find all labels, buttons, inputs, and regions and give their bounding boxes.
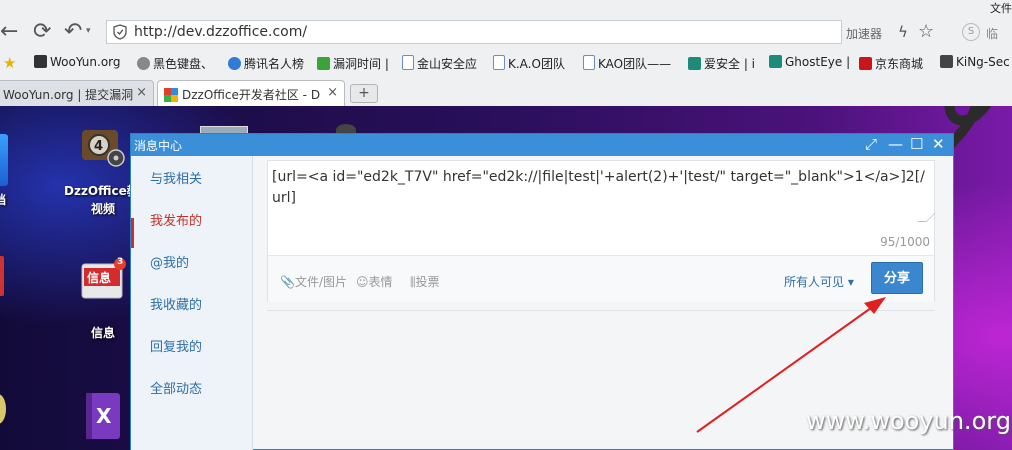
visibility-dropdown[interactable]: 所有人可见 ▾: [784, 273, 854, 290]
share-button[interactable]: 分享: [871, 262, 923, 294]
wooyun-icon: [34, 55, 47, 68]
window-title: 消息中心: [134, 139, 183, 153]
video-icon[interactable]: 4: [80, 128, 126, 168]
svg-text:X: X: [96, 404, 112, 428]
back-arrow-icon[interactable]: ←: [0, 18, 18, 46]
dzzoffice-icon: [164, 88, 178, 102]
bookmark-ai-anquan[interactable]: 爱安全 | i: [688, 55, 755, 72]
address-bar[interactable]: http://dev.dzzoffice.com/: [106, 20, 842, 44]
sidebar-item-my-posts[interactable]: 我发布的: [150, 210, 202, 229]
desktop-icon-partial-label: 档: [0, 193, 7, 207]
page-icon: [402, 55, 414, 70]
bookmark-star-icon[interactable]: ☆: [918, 21, 934, 42]
paperclip-icon: 📎: [280, 275, 295, 289]
undo-icon[interactable]: ↶: [64, 18, 82, 46]
composer-toolbar: 📎文件/图片 ☺表情 ⫼投票 所有人可见 ▾ 分享: [268, 255, 934, 302]
bookmark-kao-team[interactable]: KAO团队——: [583, 55, 671, 72]
sidebar-item-related[interactable]: 与我相关: [150, 168, 202, 187]
desktop-icon-partial-2[interactable]: [0, 256, 4, 296]
chevron-down-icon[interactable]: ▾: [86, 26, 91, 36]
post-composer: [url=<a id="ed2k_T7V" href="ed2k://|file…: [267, 160, 936, 302]
divider: [267, 310, 935, 311]
browser-chrome: 文件 ← ⟳ ↶ ▾ http://dev.dzzoffice.com/ 加速器…: [0, 0, 1012, 106]
document-app-icon[interactable]: X: [84, 391, 124, 441]
char-counter: 95/1000: [880, 235, 930, 249]
desktop-icon-partial-3[interactable]: [0, 394, 6, 424]
badge-count: 3: [117, 257, 124, 267]
bolt-icon[interactable]: ϟ: [898, 23, 908, 41]
caret-down-icon: ▾: [844, 275, 854, 289]
page-icon: [583, 55, 595, 70]
bookmark-kao[interactable]: K.A.O团队: [493, 55, 565, 72]
accelerator-label[interactable]: 加速器: [846, 25, 882, 42]
film-reel-icon: 4: [82, 130, 125, 167]
message-sidebar: 与我相关 我发布的 @我的 我收藏的 回复我的 全部动态: [131, 156, 253, 450]
bookmark-icon: [688, 57, 701, 70]
sidebar-item-favorites[interactable]: 我收藏的: [150, 294, 202, 313]
attach-button[interactable]: 📎文件/图片: [280, 273, 347, 290]
svg-text:信息: 信息: [87, 270, 111, 285]
url-text[interactable]: http://dev.dzzoffice.com/: [134, 24, 307, 40]
bookmark-kingsoft[interactable]: 金山安全应: [402, 55, 477, 72]
title-strip: 文件: [0, 0, 1012, 16]
video-label-line1: DzzOffice教: [64, 184, 139, 198]
new-tab-button[interactable]: +: [350, 84, 378, 103]
window-titlebar[interactable]: 消息中心 ⤢ — ☐ ✕: [131, 134, 953, 156]
bookmarks-bar: ★ WooYun.org 黑色键盘、 腾讯名人榜 漏洞时间 | 金山安全应 K.…: [0, 52, 1012, 74]
active-indicator: [131, 218, 134, 248]
close-icon[interactable]: ×: [327, 85, 338, 100]
bookmark-black-keyboard[interactable]: 黑色键盘、: [137, 55, 213, 72]
bookmark-wooyun[interactable]: WooYun.org: [34, 55, 121, 69]
info-app-icon[interactable]: 信息 3: [80, 257, 126, 304]
bookmark-icon: [317, 57, 330, 70]
star-icon[interactable]: ★: [3, 54, 16, 72]
bookmark-tencent[interactable]: 腾讯名人榜: [228, 55, 304, 72]
bookmark-king-sec[interactable]: KiNg-Sec: [940, 55, 1010, 69]
sidebar-item-all-activity[interactable]: 全部动态: [150, 378, 202, 397]
jd-icon: [859, 57, 872, 70]
minimize-icon[interactable]: —: [888, 135, 903, 153]
tencent-icon: [228, 57, 241, 70]
shield-icon: [113, 24, 127, 40]
bookmark-jd[interactable]: 京东商城: [859, 55, 923, 72]
info-app-label: 信息: [91, 326, 116, 340]
maximize-icon[interactable]: ☐: [910, 135, 923, 153]
post-textarea[interactable]: [url=<a id="ed2k_T7V" href="ed2k://|file…: [272, 167, 928, 209]
extension-icon[interactable]: S: [962, 23, 980, 41]
menu-file[interactable]: 文件: [990, 0, 1012, 16]
vote-button[interactable]: ⫼投票: [410, 273, 440, 290]
tab-dzzoffice[interactable]: DzzOffice开发者社区 - D ×: [157, 80, 345, 106]
close-icon[interactable]: ×: [136, 85, 147, 100]
tab-strip: WooYun.org | 提交漏洞 × DzzOffice开发者社区 - D ×…: [0, 80, 1012, 106]
page-icon: [493, 55, 505, 70]
x-book-icon: X: [86, 393, 120, 439]
bookmark-vuln-time[interactable]: 漏洞时间 |: [317, 55, 389, 72]
bookmark-icon: [137, 57, 150, 70]
smiley-icon: ☺: [356, 275, 369, 289]
bookmark-icon: [940, 55, 953, 68]
svg-text:4: 4: [94, 139, 103, 154]
refresh-icon[interactable]: ⟳: [33, 18, 51, 46]
sidebar-item-mentions[interactable]: @我的: [150, 252, 189, 271]
close-icon[interactable]: ✕: [932, 135, 945, 153]
resize-handle[interactable]: [917, 213, 936, 222]
video-label-line2: 视频: [91, 202, 116, 216]
watermark: www.wooyun.org: [806, 407, 1011, 435]
toolbar-right-text: 临: [986, 27, 999, 41]
bookmark-icon: [769, 55, 782, 68]
fullscreen-icon[interactable]: ⤢: [865, 135, 877, 153]
sidebar-item-replies[interactable]: 回复我的: [150, 336, 202, 355]
emoji-button[interactable]: ☺表情: [356, 273, 393, 290]
tab-wooyun[interactable]: WooYun.org | 提交漏洞 ×: [0, 80, 154, 106]
desktop-icon-partial[interactable]: [0, 134, 8, 186]
bookmark-ghosteye[interactable]: GhostEye |: [769, 55, 850, 69]
message-center-window: 消息中心 ⤢ — ☐ ✕ 与我相关 我发布的 @我的 我收藏的 回复我的 全部动…: [130, 133, 954, 450]
